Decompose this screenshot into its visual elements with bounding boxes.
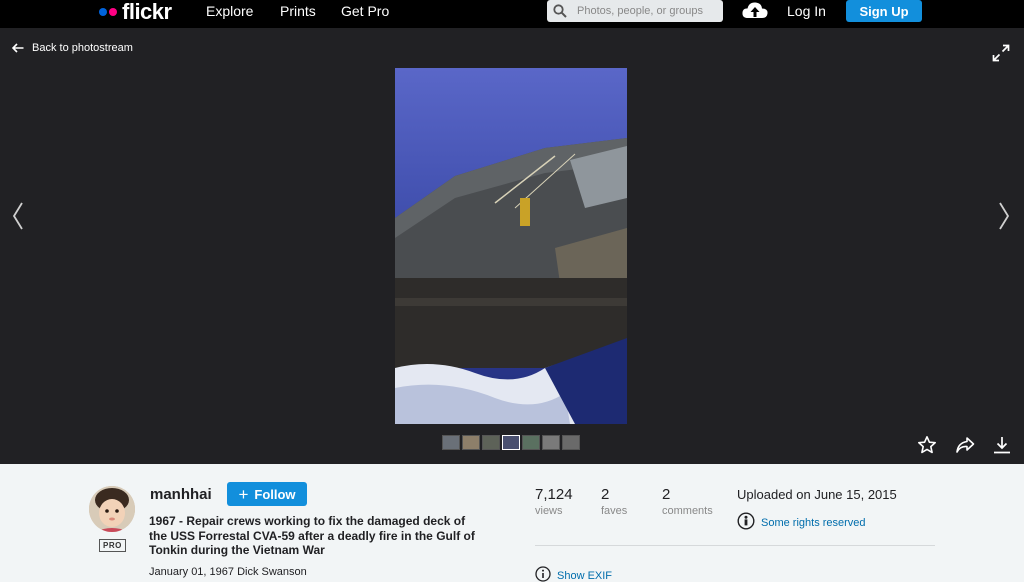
thumbnail[interactable] xyxy=(482,435,500,450)
login-link[interactable]: Log In xyxy=(787,2,826,20)
show-exif-link[interactable]: Show EXIF xyxy=(535,566,612,582)
follow-label: Follow xyxy=(254,486,296,502)
logo-wordmark: flickr xyxy=(122,0,172,24)
thumbnail-selected[interactable] xyxy=(502,435,520,450)
show-exif-label: Show EXIF xyxy=(557,569,613,582)
views-stat: 7,124 views xyxy=(535,487,573,518)
thumbnail[interactable] xyxy=(522,435,540,450)
nav-link-explore[interactable]: Explore xyxy=(206,2,253,20)
photo-title: 1967 - Repair crews working to fix the d… xyxy=(149,514,475,557)
views-count: 7,124 xyxy=(535,486,573,503)
thumbnail[interactable] xyxy=(442,435,460,450)
search-input[interactable] xyxy=(577,5,717,17)
share-icon[interactable] xyxy=(955,435,975,455)
logo-blue-dot xyxy=(99,8,107,16)
faves-label: faves xyxy=(601,505,628,517)
comments-label: comments xyxy=(662,505,713,517)
fullscreen-expand-icon[interactable] xyxy=(992,44,1010,62)
views-label: views xyxy=(535,505,563,517)
top-navigation-bar: flickr Explore Prints Get Pro Log In Sig… xyxy=(0,0,1024,28)
flickr-logo[interactable]: flickr xyxy=(99,1,172,23)
thumbnail[interactable] xyxy=(542,435,560,450)
signup-button[interactable]: Sign Up xyxy=(846,0,922,22)
nav-link-prints[interactable]: Prints xyxy=(280,2,316,20)
faves-stat: 2 faves xyxy=(601,487,627,518)
back-label: Back to photostream xyxy=(32,42,133,54)
comments-count: 2 xyxy=(662,486,671,503)
download-icon[interactable] xyxy=(992,435,1012,455)
owner-name-link[interactable]: manhhai xyxy=(150,486,212,503)
back-to-photostream-link[interactable]: Back to photostream xyxy=(12,42,133,54)
upload-date: Uploaded on June 15, 2015 xyxy=(737,487,897,502)
logo-pink-dot xyxy=(109,8,117,16)
section-divider xyxy=(535,545,935,546)
nav-link-get-pro[interactable]: Get Pro xyxy=(341,2,389,20)
previous-photo-chevron-icon[interactable] xyxy=(11,201,25,231)
thumbnail[interactable] xyxy=(462,435,480,450)
plus-icon: + xyxy=(238,484,249,504)
arrow-left-icon xyxy=(12,43,24,53)
follow-button[interactable]: + Follow xyxy=(227,482,307,506)
upload-cloud-icon[interactable] xyxy=(741,0,769,22)
info-icon xyxy=(535,566,551,582)
search-box[interactable] xyxy=(547,0,723,22)
faves-count: 2 xyxy=(601,486,610,503)
favorite-star-icon[interactable] xyxy=(917,435,937,455)
license-label: Some rights reserved xyxy=(761,516,866,529)
pro-badge: PRO xyxy=(99,539,126,552)
owner-avatar[interactable] xyxy=(89,486,135,532)
thumbnail[interactable] xyxy=(562,435,580,450)
search-icon[interactable] xyxy=(553,0,573,22)
comments-stat: 2 comments xyxy=(662,487,713,518)
photo-description: January 01, 1967 Dick Swanson xyxy=(149,566,307,578)
thumbnail-filmstrip xyxy=(442,435,580,450)
photo-viewer: Back to photostream xyxy=(0,28,1024,464)
license-person-icon xyxy=(737,512,755,533)
main-photo[interactable] xyxy=(395,68,627,424)
next-photo-chevron-icon[interactable] xyxy=(997,201,1011,231)
license-link[interactable]: Some rights reserved xyxy=(737,512,866,533)
